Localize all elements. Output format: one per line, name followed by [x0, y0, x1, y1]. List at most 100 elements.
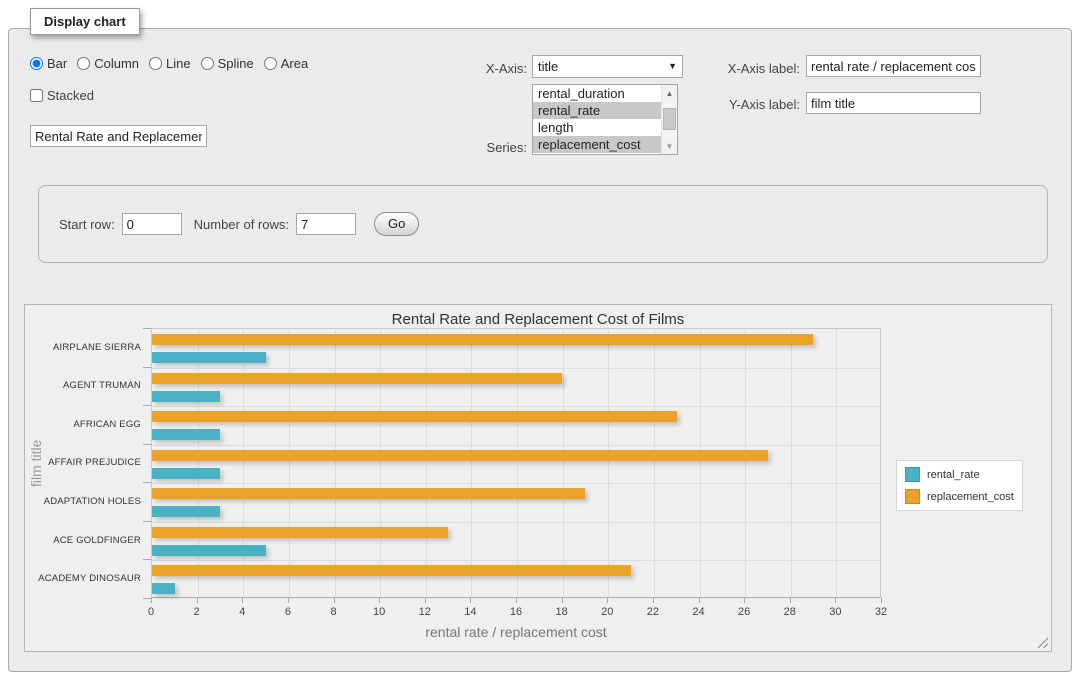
x-tick-label: 0: [136, 606, 166, 618]
x-tick-label: 2: [182, 606, 212, 618]
scroll-down-icon[interactable]: ▼: [662, 138, 677, 154]
x-axis-tick: [425, 598, 426, 603]
bar-replacement_cost: [152, 411, 677, 422]
gridline-vertical: [426, 329, 427, 597]
chart-type-option-line: Line: [149, 56, 191, 71]
chart-title: Rental Rate and Replacement Cost of Film…: [25, 311, 1051, 328]
x-tick-label: 8: [319, 606, 349, 618]
bar-replacement_cost: [152, 334, 813, 345]
chart-type-radio-line[interactable]: [149, 57, 162, 70]
gridline-horizontal: [152, 406, 880, 407]
series-select-label: Series:: [437, 140, 527, 155]
bar-rental_rate: [152, 352, 266, 363]
go-button[interactable]: Go: [374, 212, 419, 236]
plot-area: [151, 328, 881, 598]
series-option-length[interactable]: length: [533, 119, 661, 136]
x-axis-tick: [470, 598, 471, 603]
y-axis-tick: [143, 521, 151, 522]
chart-panel: Rental Rate and Replacement Cost of Film…: [24, 304, 1052, 652]
x-tick-label: 4: [227, 606, 257, 618]
x-axis-label-input[interactable]: [806, 55, 981, 77]
series-scrollbar[interactable]: ▲ ▼: [661, 85, 677, 154]
legend-swatch-replacement_cost: [905, 489, 920, 504]
legend-label: replacement_cost: [927, 491, 1014, 503]
gridline-horizontal: [152, 445, 880, 446]
gridline-horizontal: [152, 560, 880, 561]
x-tick-label: 22: [638, 606, 668, 618]
y-axis-label-input[interactable]: [806, 92, 981, 114]
x-axis-label-label: X-Axis label:: [666, 61, 800, 76]
series-option-replacement_cost[interactable]: replacement_cost: [533, 136, 661, 153]
x-axis-tick: [288, 598, 289, 603]
fieldset-legend: Display chart: [30, 8, 140, 35]
series-multiselect[interactable]: rental_durationrental_ratelengthreplacem…: [532, 84, 678, 155]
chart-type-radio-bar[interactable]: [30, 57, 43, 70]
legend-swatch-rental_rate: [905, 467, 920, 482]
x-axis-tick: [151, 598, 152, 603]
x-axis-tick: [699, 598, 700, 603]
start-row-label: Start row:: [59, 217, 115, 232]
chart-type-radio-column[interactable]: [77, 57, 90, 70]
x-axis-tick: [197, 598, 198, 603]
x-tick-label: 12: [410, 606, 440, 618]
gridline-vertical: [563, 329, 564, 597]
x-axis-tick: [653, 598, 654, 603]
bar-rental_rate: [152, 391, 220, 402]
x-tick-label: 28: [775, 606, 805, 618]
gridline-horizontal: [152, 522, 880, 523]
bar-rental_rate: [152, 506, 220, 517]
chart-type-radio-spline[interactable]: [201, 57, 214, 70]
x-tick-label: 6: [273, 606, 303, 618]
chart-title-input[interactable]: [30, 125, 207, 147]
legend-entry-replacement_cost: replacement_cost: [905, 489, 1014, 504]
y-axis-title: film title: [27, 328, 45, 598]
legend-label: rental_rate: [927, 469, 980, 481]
gridline-vertical: [791, 329, 792, 597]
gridline-vertical: [471, 329, 472, 597]
x-tick-label: 24: [684, 606, 714, 618]
row-range-panel: Start row: Number of rows: Go: [38, 185, 1048, 263]
num-rows-label: Number of rows:: [194, 217, 289, 232]
x-axis-tick: [516, 598, 517, 603]
bar-rental_rate: [152, 545, 266, 556]
stacked-checkbox[interactable]: [30, 89, 43, 102]
series-options: rental_durationrental_ratelengthreplacem…: [533, 85, 661, 154]
series-option-rental_duration[interactable]: rental_duration: [533, 85, 661, 102]
chart-type-radio-group: BarColumnLineSplineArea: [30, 56, 318, 71]
x-axis-tick: [242, 598, 243, 603]
x-tick-label: 14: [455, 606, 485, 618]
y-axis-tick: [143, 405, 151, 406]
x-tick-label: 32: [866, 606, 896, 618]
x-axis-tick: [379, 598, 380, 603]
x-tick-label: 26: [729, 606, 759, 618]
chart-type-radio-label: Area: [281, 56, 308, 71]
bar-rental_rate: [152, 429, 220, 440]
gridline-vertical: [243, 329, 244, 597]
x-axis-tick: [562, 598, 563, 603]
series-option-rental_rate[interactable]: rental_rate: [533, 102, 661, 119]
gridline-horizontal: [152, 368, 880, 369]
chart-type-option-column: Column: [77, 56, 139, 71]
chart-type-radio-label: Line: [166, 56, 191, 71]
resize-handle-icon[interactable]: [1037, 637, 1048, 648]
x-tick-label: 16: [501, 606, 531, 618]
x-tick-label: 30: [820, 606, 850, 618]
gridline-vertical: [700, 329, 701, 597]
x-axis-tick: [881, 598, 882, 603]
start-row-input[interactable]: [122, 213, 182, 235]
x-axis-select[interactable]: title ▼: [532, 55, 683, 78]
chart-type-radio-area[interactable]: [264, 57, 277, 70]
bar-replacement_cost: [152, 450, 768, 461]
stacked-checkbox-row: Stacked: [30, 88, 94, 103]
x-tick-label: 20: [592, 606, 622, 618]
y-axis-tick: [143, 559, 151, 560]
x-axis-title: rental rate / replacement cost: [151, 624, 881, 640]
chart-legend: rental_rate replacement_cost: [896, 460, 1023, 511]
num-rows-input[interactable]: [296, 213, 356, 235]
x-tick-label: 10: [364, 606, 394, 618]
x-axis-tick: [744, 598, 745, 603]
x-axis-tick: [607, 598, 608, 603]
gridline-vertical: [198, 329, 199, 597]
y-axis-tick: [143, 598, 151, 599]
gridline-vertical: [289, 329, 290, 597]
